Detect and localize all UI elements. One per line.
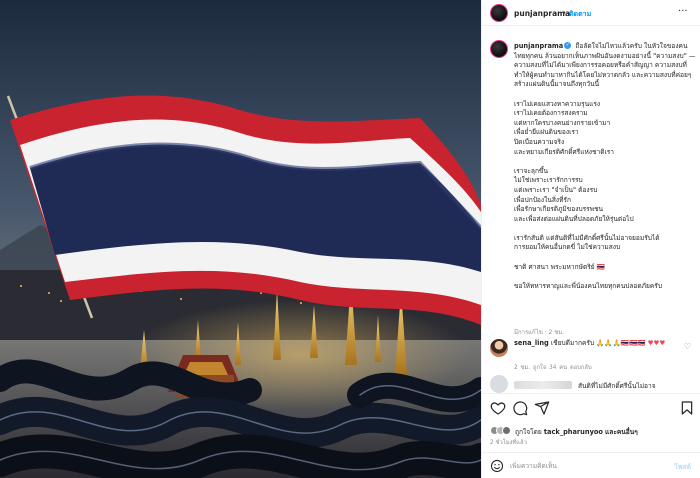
- likes-user[interactable]: tack_pharunyoo: [544, 428, 603, 436]
- blurred-username: [514, 381, 572, 389]
- add-comment-bar: โพสต์: [482, 452, 700, 478]
- post-image[interactable]: [0, 0, 481, 478]
- commenter-username[interactable]: sena_ling: [514, 339, 549, 347]
- comment-meta[interactable]: 2 ชม. ถูกใจ 34 คน ตอบกลับ: [514, 362, 592, 372]
- heart-emoji: ♥♥♥: [647, 339, 666, 347]
- comment-input[interactable]: [510, 460, 660, 472]
- emoji-icon[interactable]: [490, 459, 504, 473]
- comment-text-block: sena_ling เชียบดีมากครับ 🙏🙏🙏🇹🇭🇹🇭🇹🇭 ♥♥♥: [514, 339, 674, 348]
- separator-dot: •: [562, 9, 567, 17]
- post-comment-button[interactable]: โพสต์: [674, 461, 691, 472]
- verified-icon: ✓: [564, 42, 572, 49]
- bookmark-icon[interactable]: [679, 400, 695, 416]
- caption-username[interactable]: punjanprama: [514, 42, 563, 50]
- post-header: punjanprama • ติดตาม ···: [482, 0, 700, 26]
- caption-text: ถือลัดใจไม่ไหวแล้วครับ ในหัวใจของคนไทยทุ…: [514, 42, 696, 290]
- likes-suffix[interactable]: และคนอื่นๆ: [605, 428, 638, 436]
- likes-text[interactable]: ถูกใจโดย tack_pharunyoo และคนอื่นๆ: [515, 426, 638, 437]
- comment-text: เชียบดีมากครับ 🙏🙏🙏🇹🇭🇹🇭🇹🇭: [550, 339, 646, 347]
- likes-summary: ถูกใจโดย tack_pharunyoo และคนอื่นๆ 2 ชั่…: [490, 425, 695, 447]
- commenter-avatar[interactable]: [490, 339, 508, 357]
- caption-avatar[interactable]: [490, 40, 508, 58]
- author-avatar[interactable]: [490, 4, 508, 22]
- comment-icon[interactable]: [512, 400, 528, 416]
- post-side-panel: punjanprama • ติดตาม ··· punjanprama ✓ ถื…: [481, 0, 700, 478]
- thai-flag-artwork: [0, 0, 481, 478]
- heart-icon[interactable]: [490, 400, 506, 416]
- more-icon[interactable]: ···: [678, 6, 688, 17]
- likes-prefix: ถูกใจโดย: [515, 428, 542, 436]
- comment-item: สันติที่ไม่มีศักดิ์ศรีนั้นไม่อาจ: [490, 375, 695, 393]
- post-timestamp[interactable]: 2 ชั่วโมงที่แล้ว: [490, 437, 527, 447]
- caption-text-block: punjanprama ✓ ถือลัดใจไม่ไหวแล้วครับ ในหั…: [514, 42, 696, 291]
- share-icon[interactable]: [534, 400, 550, 416]
- comment-text: สันติที่ไม่มีศักดิ์ศรีนั้นไม่อาจ: [578, 382, 656, 390]
- follow-button[interactable]: ติดตาม: [569, 9, 591, 20]
- caption-edited-time: มีการแก้ไข · 2 ชม.: [514, 329, 565, 336]
- action-bar: [482, 393, 700, 421]
- comment-like-icon[interactable]: ♡: [684, 342, 691, 351]
- commenter-avatar[interactable]: [490, 375, 508, 393]
- comments-scroll-area[interactable]: punjanprama ✓ ถือลัดใจไม่ไหวแล้วครับ ในหั…: [482, 26, 700, 393]
- liker-avatar: [502, 426, 511, 435]
